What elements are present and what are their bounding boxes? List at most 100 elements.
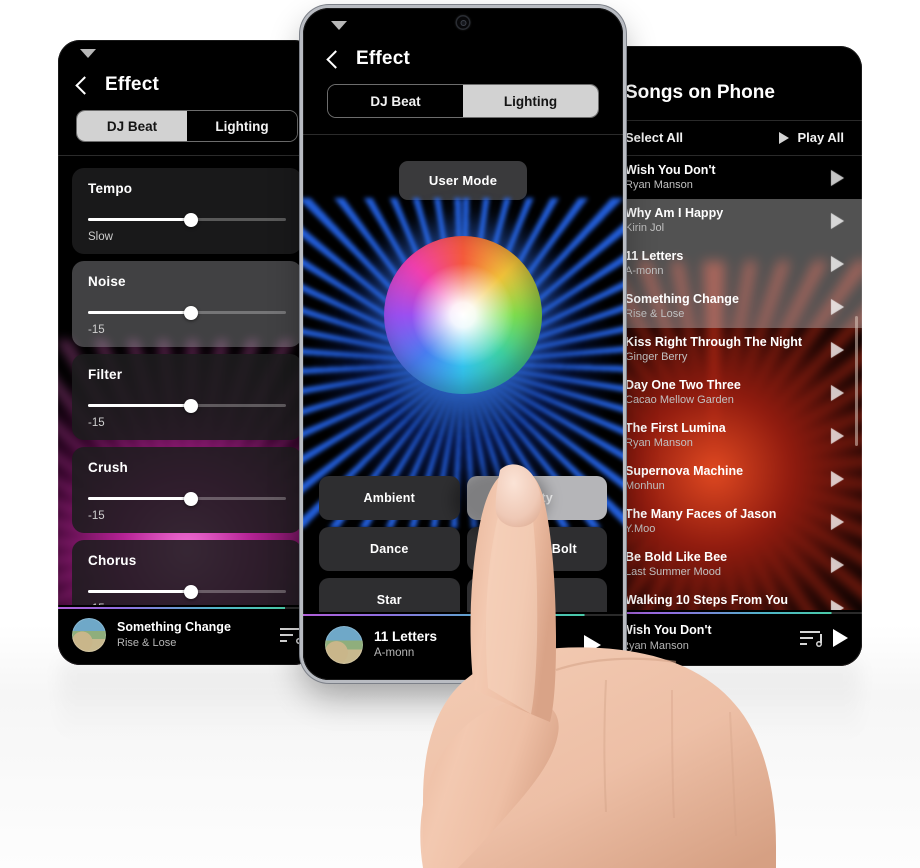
play-outline-icon[interactable] xyxy=(831,298,844,315)
slider-thumb[interactable] xyxy=(183,584,198,599)
slider-thumb[interactable] xyxy=(183,398,198,413)
tab-lighting[interactable]: Lighting xyxy=(463,85,598,117)
song-row[interactable]: Why Am I Happy Kirin Jol xyxy=(607,199,862,242)
play-outline-icon[interactable] xyxy=(831,341,844,358)
song-artist: Ryan Manson xyxy=(625,437,693,450)
play-icon[interactable] xyxy=(584,635,601,655)
back-chevron-icon[interactable] xyxy=(75,76,94,95)
song-info: Something Change Rise & Lose xyxy=(625,291,739,322)
play-icon[interactable] xyxy=(833,629,848,648)
slider-track[interactable] xyxy=(88,398,286,413)
song-row[interactable]: 11 Letters A-monn xyxy=(607,242,862,285)
song-title: Day One Two Three xyxy=(625,377,741,392)
song-row[interactable]: Something Change Rise & Lose xyxy=(607,285,862,328)
song-artist: Cacao Mellow Garden xyxy=(625,394,734,407)
tab-lighting[interactable]: Lighting xyxy=(187,111,297,141)
mode-button-ambient[interactable]: Ambient xyxy=(319,476,460,520)
effect-slider-list[interactable]: Tempo Slow Noise -15 Filter -15 Crush -15 Chorus… xyxy=(58,156,316,665)
slider-value: -15 xyxy=(88,417,105,429)
page-title: Songs on Phone xyxy=(625,82,775,103)
song-info: Supernova Machine Monhun xyxy=(625,463,743,494)
slider-label: Filter xyxy=(88,367,123,382)
play-outline-icon[interactable] xyxy=(831,212,844,229)
song-artist: Ginger Berry xyxy=(625,351,688,364)
queue-list-icon[interactable] xyxy=(280,626,302,644)
center-player-bar[interactable]: 11 Letters A-monn xyxy=(303,611,623,680)
back-chevron-icon[interactable] xyxy=(326,50,345,69)
song-artist: Y.Moo xyxy=(625,523,656,536)
song-row[interactable]: The First Lumina Ryan Manson xyxy=(607,414,862,457)
slider-track[interactable] xyxy=(88,491,286,506)
slider-thumb[interactable] xyxy=(183,212,198,227)
now-playing-title: 11 Letters xyxy=(374,629,438,645)
song-title: Be Bold Like Bee xyxy=(625,549,728,564)
song-row[interactable]: Supernova Machine Monhun xyxy=(607,457,862,500)
list-scrollbar[interactable] xyxy=(855,316,858,446)
song-row[interactable]: Be Bold Like Bee Last Summer Mood xyxy=(607,543,862,586)
slider-thumb[interactable] xyxy=(183,491,198,506)
song-list[interactable]: Wish You Don't Ryan Manson Why Am I Happy K… xyxy=(607,156,862,629)
right-phone: Songs on Phone Select All Play All Wish … xyxy=(607,46,862,666)
left-phone-screen: Effect DJ Beat Lighting Tempo Slow Noise -15… xyxy=(58,40,316,665)
song-info: Why Am I Happy Kirin Jol xyxy=(625,205,723,236)
play-outline-icon[interactable] xyxy=(831,384,844,401)
slider-card-crush[interactable]: Crush -15 xyxy=(72,447,302,533)
slider-fill xyxy=(88,590,191,593)
center-phone: Effect DJ Beat Lighting User Mode Ambient… xyxy=(303,8,623,680)
wifi-icon xyxy=(80,49,96,58)
play-outline-icon[interactable] xyxy=(831,470,844,487)
color-wheel-picker[interactable] xyxy=(384,236,542,394)
tab-dj-beat[interactable]: DJ Beat xyxy=(77,111,187,141)
song-row[interactable]: Day One Two Three Cacao Mellow Garden xyxy=(607,371,862,414)
play-outline-icon[interactable] xyxy=(831,556,844,573)
now-playing-artist: Ryan Manson xyxy=(621,639,689,652)
play-outline-icon[interactable] xyxy=(831,427,844,444)
queue-list-icon[interactable] xyxy=(800,629,822,647)
slider-track[interactable] xyxy=(88,212,286,227)
select-all-button[interactable]: Select All xyxy=(625,130,683,145)
page-title: Effect xyxy=(105,74,159,95)
song-title: The Many Faces of Jason xyxy=(625,506,777,521)
effect-tab-group[interactable]: DJ Beat Lighting xyxy=(76,110,298,142)
slider-track[interactable] xyxy=(88,584,286,599)
left-player-bar[interactable]: Something Change Rise & Lose xyxy=(58,604,316,665)
slider-label: Chorus xyxy=(88,553,137,568)
play-outline-icon[interactable] xyxy=(831,169,844,186)
play-all-label: Play All xyxy=(797,130,844,145)
right-phone-screen: Songs on Phone Select All Play All Wish … xyxy=(607,46,862,666)
lighting-mode-grid[interactable]: Ambient Party Dance Thunder Bolt Star xyxy=(303,476,623,622)
song-row[interactable]: Wish You Don't Ryan Manson xyxy=(607,156,862,199)
tab-dj-beat[interactable]: DJ Beat xyxy=(328,85,463,117)
play-outline-icon[interactable] xyxy=(831,513,844,530)
song-row[interactable]: The Many Faces of Jason Y.Moo xyxy=(607,500,862,543)
screenshot-stage: Songs on Phone Select All Play All Wish … xyxy=(0,0,920,868)
song-info: The First Lumina Ryan Manson xyxy=(625,420,726,451)
slider-track[interactable] xyxy=(88,305,286,320)
song-artist: Ryan Manson xyxy=(625,179,693,192)
mode-button-dance[interactable]: Dance xyxy=(319,527,460,571)
song-info: The Many Faces of Jason Y.Moo xyxy=(625,506,776,537)
right-player-bar[interactable]: Wish You Don't Ryan Manson xyxy=(607,609,862,666)
song-title: Walking 10 Steps From You xyxy=(625,592,788,607)
slider-card-filter[interactable]: Filter -15 xyxy=(72,354,302,440)
slider-card-tempo[interactable]: Tempo Slow xyxy=(72,168,302,254)
mode-button-party[interactable]: Party xyxy=(466,476,607,520)
mode-button-thunder-bolt[interactable]: Thunder Bolt xyxy=(466,527,607,571)
slider-fill xyxy=(88,218,191,221)
play-all-button[interactable]: Play All xyxy=(778,130,844,145)
slider-thumb[interactable] xyxy=(183,305,198,320)
effect-tab-group[interactable]: DJ Beat Lighting xyxy=(327,84,599,118)
left-phone: Effect DJ Beat Lighting Tempo Slow Noise -15… xyxy=(58,40,316,665)
song-row[interactable]: Kiss Right Through The Night Ginger Berry xyxy=(607,328,862,371)
play-outline-icon[interactable] xyxy=(831,255,844,272)
now-playing-title: Something Change xyxy=(117,620,231,635)
slider-fill xyxy=(88,497,191,500)
left-status-bar xyxy=(58,40,316,66)
user-mode-button[interactable]: User Mode xyxy=(399,161,527,200)
slider-fill xyxy=(88,311,191,314)
slider-card-noise[interactable]: Noise -15 xyxy=(72,261,302,347)
song-info: Wish You Don't Ryan Manson xyxy=(625,162,716,193)
now-playing-artist: Rise & Lose xyxy=(117,636,177,649)
left-app-header: Effect xyxy=(58,66,316,110)
now-playing-artist: A-monn xyxy=(374,646,415,659)
